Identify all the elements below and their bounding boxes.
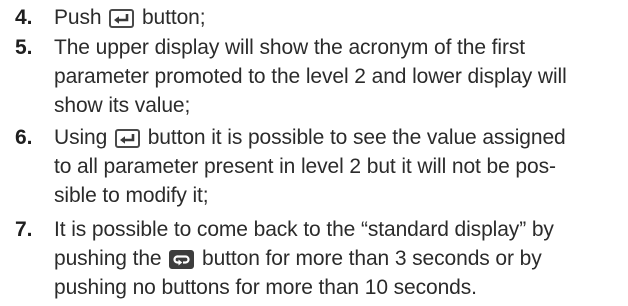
step-number: 5. [15, 36, 33, 59]
step-line: Using button it is possible to see the v… [54, 123, 622, 152]
loop-key-icon [169, 250, 195, 269]
step-number: 4. [15, 6, 33, 29]
step-line: pushing no buttons for more than 10 seco… [54, 276, 477, 299]
line-text: Push [54, 6, 102, 29]
line-text: button; [141, 6, 206, 29]
step-line: to all parameter present in level 2 but … [54, 155, 556, 178]
line-text: Using [54, 126, 108, 149]
step-text: It is possible to come back to the “stan… [54, 215, 622, 302]
enter-key-icon [114, 129, 140, 148]
line-text: button for more than 3 seconds or by [202, 247, 542, 270]
step-line: show its value; [54, 94, 191, 117]
step-text: Using button it is possible to see the v… [54, 123, 622, 210]
step-line: sible to modify it; [54, 184, 209, 207]
step-line: pushing the button for more than 3 secon… [54, 244, 622, 273]
step-number: 7. [15, 218, 33, 241]
step-line: The upper display will show the acronym … [54, 36, 526, 59]
instruction-steps: 4. Push button; 5. The upper display wil… [0, 0, 628, 306]
step-text: Push button; [54, 3, 622, 32]
step-line: parameter promoted to the level 2 and lo… [54, 65, 567, 88]
enter-key-icon [109, 9, 135, 28]
line-text: button it is possible to see the value a… [147, 126, 566, 149]
step-line: It is possible to come back to the “stan… [54, 218, 554, 241]
step-number: 6. [15, 126, 33, 149]
step-line: Push button; [54, 3, 622, 32]
line-text: pushing the [54, 247, 162, 270]
step-text: The upper display will show the acronym … [54, 33, 622, 120]
